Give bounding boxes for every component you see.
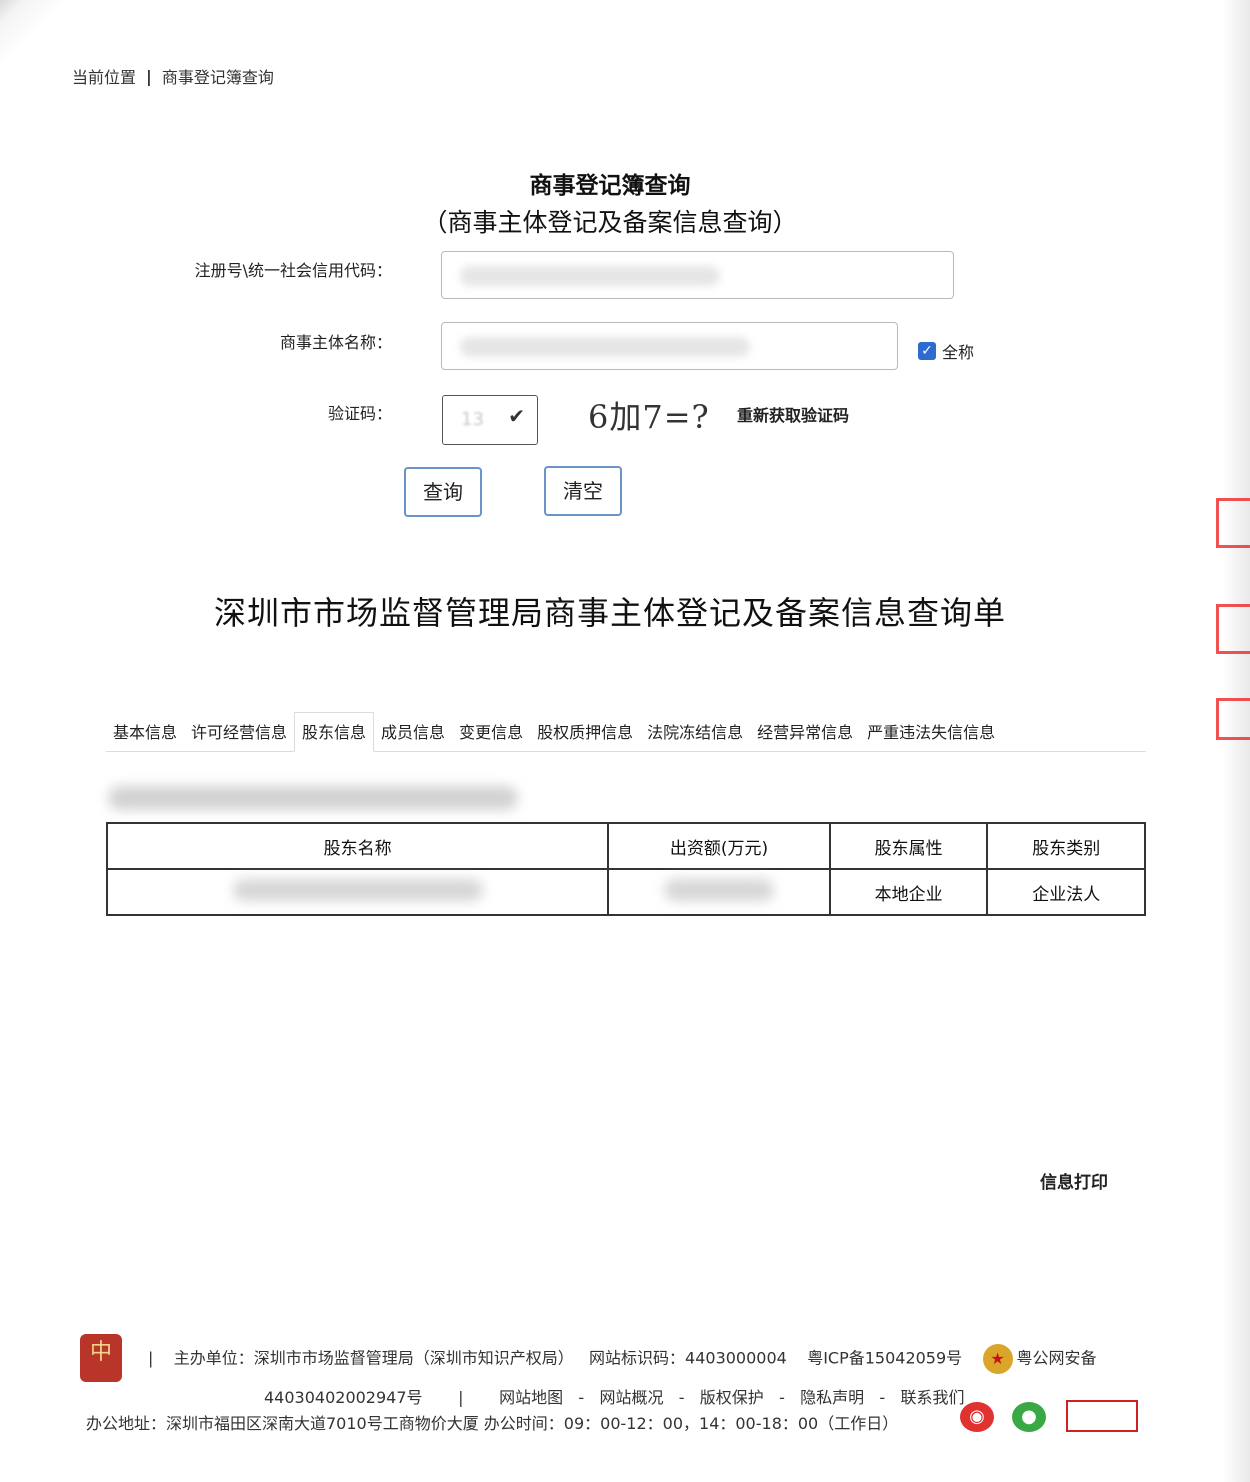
print-info-link[interactable]: 信息打印	[1040, 1168, 1108, 1193]
footer-link-overview[interactable]: 网站概况	[599, 1388, 663, 1407]
breadcrumb-current[interactable]: 商事登记簿查询	[162, 64, 274, 88]
clear-button[interactable]: 清空	[544, 466, 622, 516]
form-title: 商事登记簿查询	[529, 173, 691, 199]
footer-separator: |	[148, 1348, 169, 1368]
footer-link-contact[interactable]: 联系我们	[900, 1388, 964, 1407]
header-shareholder-name: 股东名称	[105, 822, 610, 870]
refresh-captcha-link[interactable]: 重新获取验证码	[737, 402, 849, 426]
government-logo-icon: 中	[80, 1334, 122, 1382]
header-shareholder-category: 股东类别	[986, 822, 1146, 870]
report-title: 深圳市市场监督管理局商事主体登记及备案信息查询单	[213, 594, 1006, 632]
tab-member-info[interactable]: 成员信息	[374, 719, 452, 751]
footer-line-2: 44030402002947号 | 网站地图 - 网站概况 - 版权保护 - 隐…	[264, 1384, 964, 1408]
footer-sponsor: 主办单位：深圳市市场监督管理局（深圳市知识产权局）	[173, 1348, 574, 1368]
company-name-input[interactable]	[441, 322, 898, 370]
stamp-fragment	[1216, 604, 1250, 654]
info-tabs: 基本信息 许可经营信息 股东信息 成员信息 变更信息 股权质押信息 法院冻结信息…	[106, 712, 1146, 752]
footer-line-1: | 主办单位：深圳市市场监督管理局（深圳市知识产权局） 网站标识码：440300…	[148, 1344, 1097, 1374]
breadcrumb-label: 当前位置	[72, 68, 137, 87]
header-shareholder-attribute: 股东属性	[828, 822, 989, 870]
form-subtitle: （商事主体登记及备案信息查询）	[422, 208, 798, 237]
header-capital-contribution: 出资额(万元)	[607, 822, 831, 870]
full-name-checkbox-group[interactable]: ✓ 全称	[918, 339, 974, 363]
tab-shareholder-info[interactable]: 股东信息	[294, 712, 375, 752]
reg-no-input[interactable]	[441, 251, 954, 299]
footer-icp[interactable]: 粤ICP备15042059号	[807, 1349, 962, 1368]
footer-address: 办公地址：深圳市福田区深南大道7010号工商物价大厦 办公时间：09：00-12…	[86, 1414, 899, 1433]
cell-capital-contribution	[607, 868, 831, 916]
breadcrumb: 当前位置 | 商事登记簿查询	[72, 64, 274, 88]
breadcrumb-separator: |	[146, 66, 152, 86]
footer-link-privacy[interactable]: 隐私声明	[800, 1388, 864, 1407]
footer-police-no[interactable]: 44030402002947号	[264, 1388, 423, 1407]
tab-license-info[interactable]: 许可经营信息	[184, 719, 294, 751]
wechat-icon[interactable]: ●	[1012, 1402, 1046, 1432]
reg-no-label: 注册号\统一社会信用代码：	[194, 261, 392, 280]
footer-link-sitemap[interactable]: 网站地图	[499, 1388, 563, 1407]
footer-link-separator: -	[869, 1388, 896, 1407]
query-button[interactable]: 查询	[404, 467, 482, 517]
captcha-label: 验证码：	[327, 404, 392, 423]
redacted-company-name	[460, 337, 750, 357]
name-label: 商事主体名称：	[279, 333, 392, 352]
tab-change-info[interactable]: 变更信息	[452, 719, 530, 751]
redacted-capital	[664, 878, 775, 901]
tab-abnormal-operation-info[interactable]: 经营异常信息	[750, 719, 860, 751]
weibo-icon[interactable]: ◉	[960, 1402, 994, 1432]
cell-shareholder-name	[105, 868, 610, 916]
tab-basic-info[interactable]: 基本信息	[106, 719, 184, 751]
police-badge-icon: ★	[982, 1344, 1013, 1374]
tab-court-freeze-info[interactable]: 法院冻结信息	[640, 719, 750, 751]
cell-shareholder-category: 企业法人	[986, 868, 1146, 916]
captcha-input[interactable]: 13 ✔	[442, 395, 538, 445]
cell-shareholder-attribute: 本地企业	[828, 868, 989, 916]
footer-separator: |	[427, 1388, 495, 1407]
footer-police-label[interactable]: 粤公网安备	[1017, 1349, 1097, 1368]
footer-link-copyright[interactable]: 版权保护	[700, 1388, 764, 1407]
full-name-checkbox[interactable]: ✓	[918, 342, 936, 360]
footer-link-separator: -	[668, 1388, 695, 1407]
tab-serious-violation-info[interactable]: 严重违法失信信息	[860, 719, 1002, 751]
footer-link-separator: -	[768, 1388, 796, 1407]
captcha-input-value: 13	[461, 409, 484, 430]
footer-site-id: 网站标识码：4403000004	[589, 1348, 787, 1368]
redacted-shareholder-name	[232, 878, 483, 901]
tab-equity-pledge-info[interactable]: 股权质押信息	[530, 719, 640, 751]
captcha-image: 6加7=?	[588, 398, 710, 436]
redacted-reg-no	[460, 266, 720, 286]
stamp-fragment	[1216, 498, 1250, 548]
footer-link-separator: -	[568, 1388, 595, 1407]
full-name-label: 全称	[942, 343, 975, 362]
scan-shadow-right	[1222, 0, 1250, 1482]
table-row: 本地企业 企业法人	[105, 868, 1146, 916]
shareholder-table: 股东名称 出资额(万元) 股东属性 股东类别 本地企业 企业法人	[105, 822, 1146, 916]
redacted-company-heading	[108, 786, 518, 810]
check-icon: ✔	[508, 404, 525, 428]
stamp-fragment	[1216, 698, 1250, 740]
gov-site-error-badge-icon[interactable]	[1066, 1400, 1138, 1432]
